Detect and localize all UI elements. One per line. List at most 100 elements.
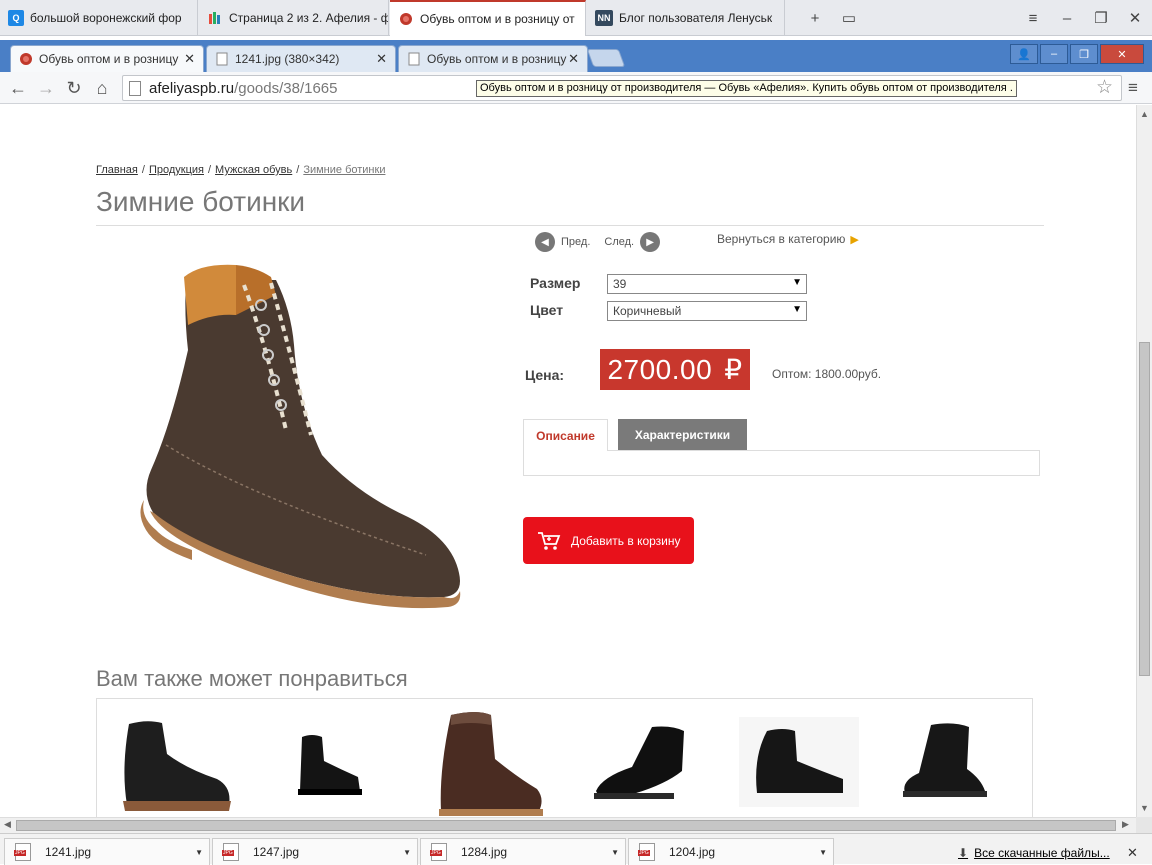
download-item[interactable]: 1247.jpg ▼: [212, 838, 418, 865]
related-product-2[interactable]: [292, 727, 364, 807]
outer-tab-title: Обувь оптом и в розницу от: [420, 12, 575, 26]
related-title: Вам также может понравиться: [96, 666, 408, 691]
home-icon[interactable]: ⌂: [90, 76, 114, 100]
outer-close-button[interactable]: ✕: [1118, 9, 1152, 27]
breadcrumb-current[interactable]: Зимние ботинки: [303, 164, 385, 176]
tab-description[interactable]: Описание: [523, 419, 608, 451]
new-tab-button[interactable]: [586, 49, 626, 67]
new-tab-button[interactable]: +: [798, 10, 832, 27]
nn-favicon-icon: NN: [595, 10, 613, 26]
back-to-category-label: Вернуться в категорию: [717, 232, 846, 246]
horizontal-scrollbar[interactable]: ◀ ▶: [0, 817, 1136, 833]
prev-link[interactable]: Пред.: [561, 236, 590, 248]
close-downloads-icon[interactable]: ✕: [1127, 845, 1138, 861]
address-host: afeliyaspb.ru: [149, 79, 235, 97]
tab-characteristics[interactable]: Характеристики: [618, 419, 747, 450]
related-product-6[interactable]: [897, 719, 992, 811]
breadcrumb-separator: /: [296, 164, 300, 176]
download-filename: 1247.jpg: [253, 845, 300, 859]
dropdown-arrow-icon: ▼: [792, 277, 802, 288]
inner-tab-bar: Обувь оптом и в розницу ✕ 1241.jpg (380×…: [0, 40, 1152, 72]
dropdown-arrow-icon[interactable]: ▼: [403, 848, 411, 857]
prev-arrow-icon[interactable]: ◀: [535, 232, 555, 252]
page-title-tooltip: Обувь оптом и в розницу от производителя…: [476, 80, 1017, 97]
forward-arrow-icon[interactable]: →: [34, 76, 58, 100]
next-link[interactable]: След.: [604, 236, 634, 248]
related-products-carousel: [96, 698, 1033, 817]
outer-restore-button[interactable]: ❐: [1084, 9, 1118, 27]
outer-tab-2[interactable]: Страница 2 из 2. Афелия - ф: [199, 0, 389, 36]
triangle-right-icon: ▶: [850, 233, 859, 246]
back-to-category-link[interactable]: Вернуться в категорию ▶: [717, 232, 859, 246]
outer-minimize-button[interactable]: –: [1050, 10, 1084, 27]
price-value: 2700.00: [607, 353, 713, 385]
breadcrumb-separator: /: [141, 164, 145, 176]
color-select[interactable]: Коричневый ▼: [607, 301, 807, 321]
related-product-5[interactable]: [739, 717, 859, 807]
breadcrumb-products-link[interactable]: Продукция: [149, 164, 204, 176]
inner-tab-2[interactable]: 1241.jpg (380×342) ✕: [206, 45, 396, 72]
horizontal-scroll-thumb[interactable]: [16, 820, 1116, 831]
reload-icon[interactable]: ↻: [62, 76, 86, 100]
outer-tab-1[interactable]: Q большой воронежский фор: [0, 0, 198, 36]
page-title: Зимние ботинки: [96, 186, 306, 217]
restore-button[interactable]: ❐: [1070, 44, 1098, 64]
scroll-up-icon[interactable]: ▲: [1140, 109, 1149, 119]
download-item[interactable]: 1204.jpg ▼: [628, 838, 834, 865]
download-filename: 1241.jpg: [45, 845, 92, 859]
dropdown-arrow-icon[interactable]: ▼: [195, 848, 203, 857]
close-tab-icon[interactable]: ✕: [376, 51, 387, 67]
next-arrow-icon[interactable]: ▶: [640, 232, 661, 252]
breadcrumb-home-link[interactable]: Главная: [96, 164, 138, 176]
price-box: 2700.00 ₽: [600, 349, 750, 390]
inner-tab-3[interactable]: Обувь оптом и в розницу ✕: [398, 45, 588, 72]
download-arrow-icon: ⬇: [958, 846, 969, 860]
inner-tab-title: Обувь оптом и в розницу: [39, 52, 179, 66]
dropdown-arrow-icon[interactable]: ▼: [611, 848, 619, 857]
scroll-right-icon[interactable]: ▶: [1122, 819, 1129, 830]
download-item[interactable]: 1241.jpg ▼: [4, 838, 210, 865]
outer-tab-3-active[interactable]: Обувь оптом и в розницу от: [390, 0, 586, 36]
scroll-down-icon[interactable]: ▼: [1140, 803, 1149, 813]
related-product-1[interactable]: [117, 709, 237, 817]
close-window-button[interactable]: ✕: [1100, 44, 1144, 64]
user-icon[interactable]: 👤: [1010, 44, 1038, 64]
related-product-4[interactable]: [592, 721, 692, 811]
outer-tab-title: Блог пользователя Ленуськ: [619, 11, 773, 25]
size-select[interactable]: 39 ▼: [607, 274, 807, 294]
product-pager: ◀ Пред. След. ▶: [535, 232, 661, 252]
tab-list-button[interactable]: ▭: [832, 9, 866, 27]
back-arrow-icon[interactable]: ←: [6, 76, 30, 100]
rose-favicon-icon: [20, 53, 32, 65]
inner-tab-title: Обувь оптом и в розницу: [427, 52, 567, 66]
vertical-scroll-thumb[interactable]: [1139, 342, 1150, 676]
minimize-button[interactable]: –: [1040, 44, 1068, 64]
ruble-sign: ₽: [724, 354, 743, 385]
download-item[interactable]: 1284.jpg ▼: [420, 838, 626, 865]
search-favicon-icon: Q: [8, 10, 24, 26]
add-to-cart-button[interactable]: Добавить в корзину: [523, 517, 694, 564]
outer-menu-button[interactable]: ≡: [1016, 10, 1050, 27]
close-tab-icon[interactable]: ✕: [568, 51, 579, 67]
vertical-scrollbar[interactable]: ▲ ▼: [1136, 105, 1152, 817]
price-label: Цена:: [525, 367, 565, 383]
outer-tab-title: большой воронежский фор: [30, 11, 182, 25]
downloads-bar: 1241.jpg ▼ 1247.jpg ▼ 1284.jpg ▼ 1204.jp…: [0, 833, 1152, 865]
dropdown-arrow-icon[interactable]: ▼: [819, 848, 827, 857]
inner-tab-1-active[interactable]: Обувь оптом и в розницу ✕: [10, 45, 204, 72]
scroll-left-icon[interactable]: ◀: [4, 819, 11, 830]
close-tab-icon[interactable]: ✕: [184, 51, 195, 67]
download-filename: 1284.jpg: [461, 845, 508, 859]
outer-tab-bar: Q большой воронежский фор Страница 2 из …: [0, 0, 1152, 36]
tab-panel: [523, 450, 1040, 476]
related-product-3[interactable]: [437, 709, 545, 817]
breadcrumb-mens-shoes-link[interactable]: Мужская обувь: [215, 164, 292, 176]
bookmark-star-icon[interactable]: ☆: [1096, 76, 1113, 99]
size-label: Размер: [530, 275, 581, 291]
product-image[interactable]: [126, 255, 471, 615]
size-value: 39: [613, 277, 627, 291]
all-downloads-label: Все скачанные файлы...: [974, 846, 1110, 860]
all-downloads-link[interactable]: ⬇ Все скачанные файлы...: [958, 846, 1110, 860]
browser-menu-icon[interactable]: ≡: [1128, 78, 1138, 98]
outer-tab-4[interactable]: NN Блог пользователя Ленуськ: [587, 0, 785, 36]
